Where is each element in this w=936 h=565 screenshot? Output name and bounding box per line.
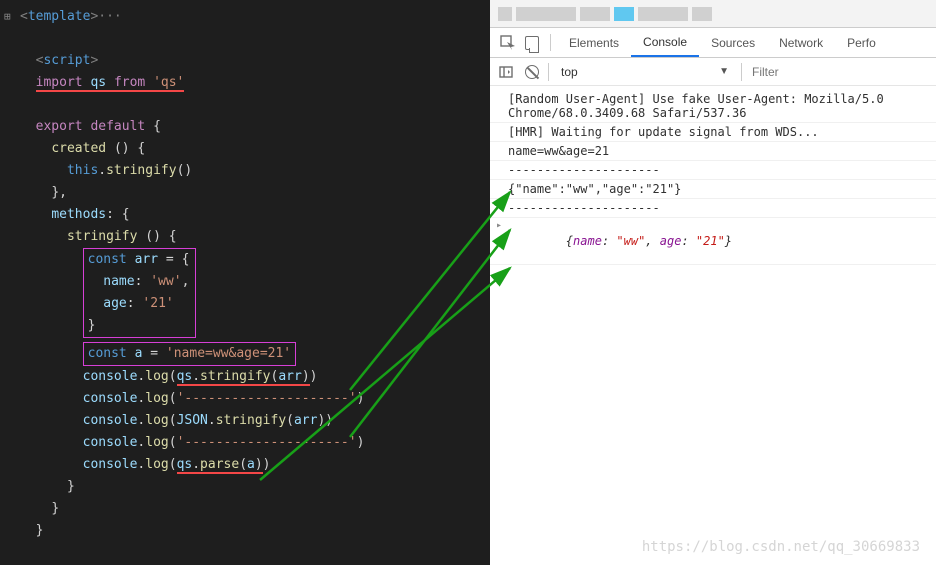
console-toolbar: top ▼: [490, 58, 936, 86]
tab-sources[interactable]: Sources: [699, 28, 767, 57]
console-output: [Random User-Agent] Use fake User-Agent:…: [490, 86, 936, 565]
code-line: }: [2, 520, 490, 542]
code-line: <template>···: [2, 6, 490, 28]
code-line: created () {: [2, 138, 490, 160]
console-object: {name: "ww", age: "21"}: [566, 234, 732, 248]
code-line: }: [2, 498, 490, 520]
code-line: console.log(JSON.stringify(arr)): [2, 410, 490, 432]
code-line: const a = 'name=ww&age=21': [2, 342, 490, 366]
console-output-1: name=ww&age=21: [490, 142, 936, 161]
code-line: const arr = { name: 'ww', age: '21'}: [2, 248, 490, 338]
code-line: methods: {: [2, 204, 490, 226]
browser-tab[interactable]: [638, 7, 688, 21]
tab-performance[interactable]: Perfo: [835, 28, 888, 57]
code-line: stringify () {: [2, 226, 490, 248]
browser-tab[interactable]: [692, 7, 712, 21]
divider: [550, 34, 551, 51]
console-message: ---------------------: [490, 161, 936, 180]
code-line: [2, 94, 490, 116]
console-sidebar-toggle-icon[interactable]: [496, 65, 516, 79]
console-message: [HMR] Waiting for update signal from WDS…: [490, 123, 936, 142]
tab-network[interactable]: Network: [767, 28, 835, 57]
context-selector-label: top: [561, 65, 578, 79]
code-line: }: [2, 476, 490, 498]
tab-console[interactable]: Console: [631, 28, 699, 57]
watermark: https://blog.csdn.net/qq_30669833: [642, 539, 920, 555]
code-line: console.log(qs.stringify(arr)): [2, 366, 490, 388]
code-line: console.log(qs.parse(a)): [2, 454, 490, 476]
console-output-2: {"name":"ww","age":"21"}: [490, 180, 936, 199]
console-output-3[interactable]: {name: "ww", age: "21"}: [490, 218, 936, 265]
inspect-icon[interactable]: [496, 28, 520, 57]
browser-tab[interactable]: [516, 7, 576, 21]
code-line: this.stringify(): [2, 160, 490, 182]
console-message: [Random User-Agent] Use fake User-Agent:…: [490, 90, 936, 123]
code-line: [2, 28, 490, 50]
code-line: console.log('---------------------'): [2, 388, 490, 410]
browser-tab-active[interactable]: [614, 7, 634, 21]
code-line: import qs from 'qs': [2, 72, 490, 94]
filter-input[interactable]: [748, 63, 930, 81]
code-line: export default {: [2, 116, 490, 138]
tab-elements[interactable]: Elements: [557, 28, 631, 57]
browser-tabstrip: [490, 0, 936, 28]
code-line: },: [2, 182, 490, 204]
code-line: console.log('---------------------'): [2, 432, 490, 454]
divider: [741, 63, 742, 81]
divider: [548, 63, 549, 81]
browser-tab[interactable]: [580, 7, 610, 21]
devtools-pane: Elements Console Sources Network Perfo t…: [490, 0, 936, 565]
chevron-down-icon: ▼: [719, 66, 729, 77]
clear-console-icon[interactable]: [522, 65, 542, 79]
browser-tab[interactable]: [498, 7, 512, 21]
context-selector[interactable]: top ▼: [555, 63, 735, 81]
console-message: ---------------------: [490, 199, 936, 218]
code-line: <script>: [2, 50, 490, 72]
devtools-tabs: Elements Console Sources Network Perfo: [490, 28, 936, 58]
device-toggle-icon[interactable]: [520, 28, 544, 57]
code-editor-pane: ⊞ <template>··· <script> import qs from …: [0, 0, 490, 565]
